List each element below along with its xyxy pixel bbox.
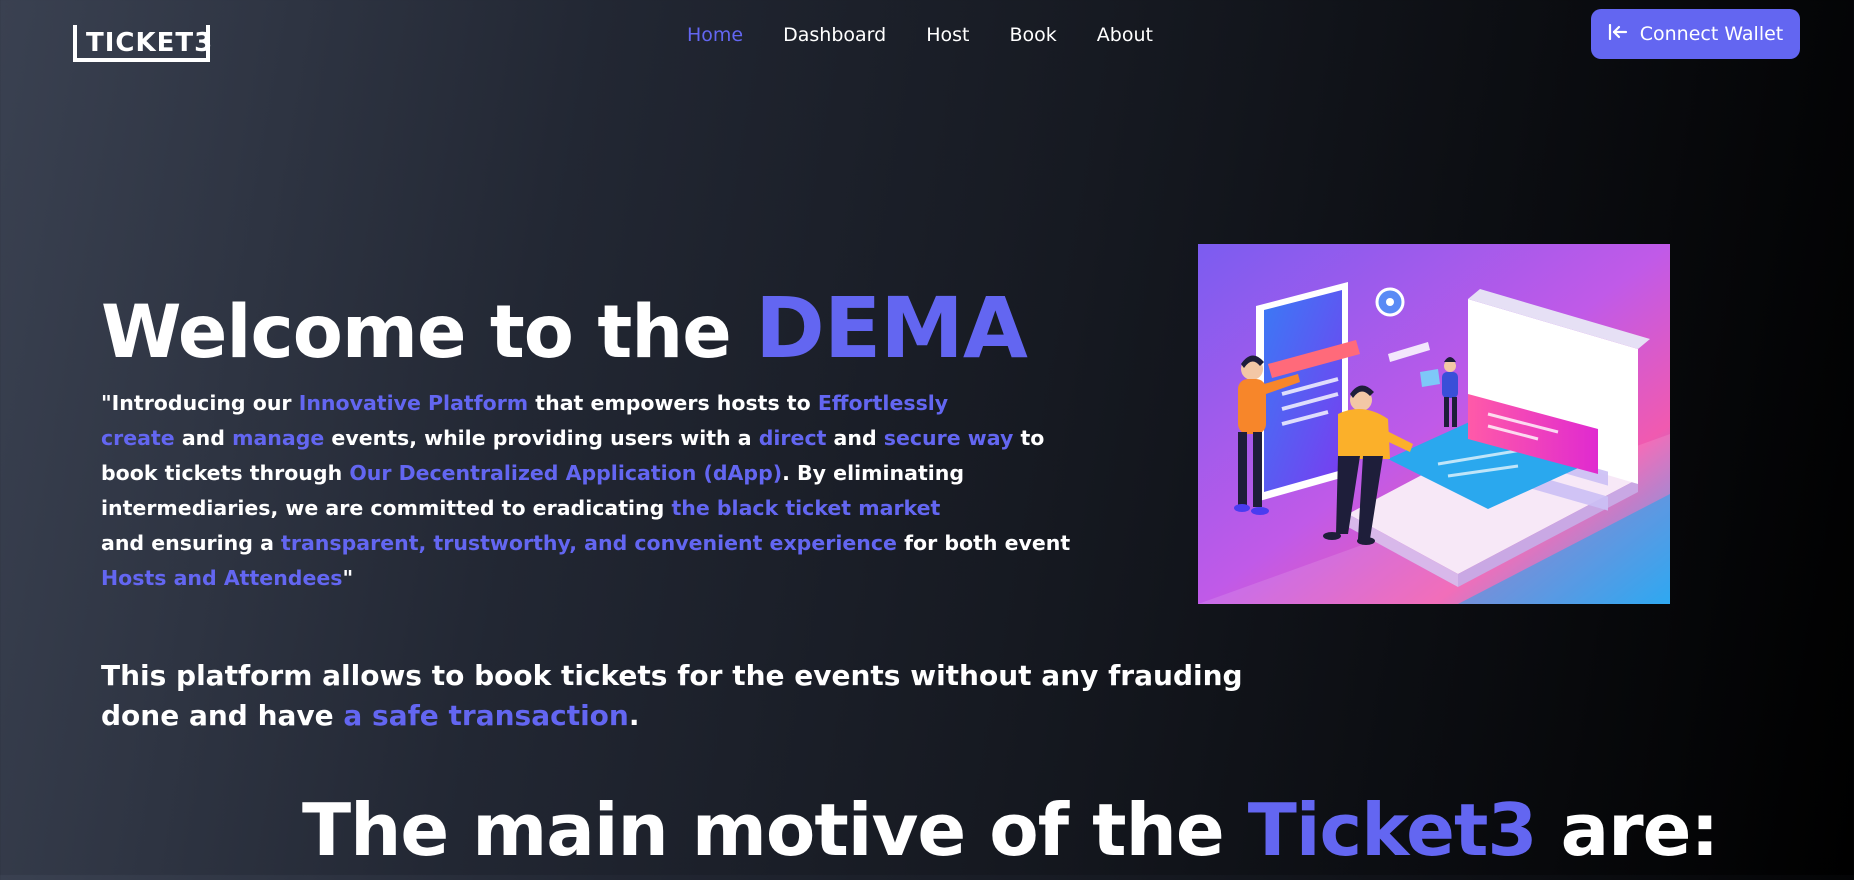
nav-host[interactable]: Host [926, 22, 969, 48]
hero-title: Welcome to the DEMA [101, 268, 1028, 393]
intro-text: intermediaries, we are committed to erad… [101, 496, 672, 520]
intro-highlight: manage [232, 426, 325, 450]
nav-dashboard[interactable]: Dashboard [783, 22, 886, 48]
intro-line: book tickets through Our Decentralized A… [101, 456, 1011, 491]
connect-wallet-button[interactable]: Connect Wallet [1591, 9, 1800, 59]
intro-highlight: create [101, 426, 175, 450]
main-nav: Home Dashboard Host Book About [687, 22, 1153, 48]
intro-text: and [174, 426, 233, 450]
intro-highlight: Innovative Platform [298, 391, 529, 415]
intro-text: " [342, 566, 354, 590]
arrow-left-to-line-icon [1608, 23, 1628, 45]
platform-text: This platform allows to book tickets for… [101, 659, 1243, 692]
intro-text: book tickets through [101, 461, 350, 485]
intro-line: Hosts and Attendees" [101, 561, 1011, 596]
nav-book[interactable]: Book [1009, 22, 1056, 48]
intro-highlight: the black ticket market [671, 496, 941, 520]
ticket-booking-illustration [1198, 244, 1670, 604]
hero-title-prefix: Welcome to the [101, 290, 732, 375]
logo-text: TICKET3 [86, 28, 213, 58]
intro-highlight: direct [758, 426, 827, 450]
nav-home[interactable]: Home [687, 22, 743, 48]
motive-highlight: Ticket3 [1247, 788, 1538, 872]
intro-text: for both event [896, 531, 1071, 555]
intro-highlight: transparent, trustworthy, and convenient… [281, 531, 897, 555]
intro-text: and [826, 426, 884, 450]
intro-highlight: Effortlessly [817, 391, 949, 415]
intro-line: "Introducing our Innovative Platform tha… [101, 386, 1011, 421]
intro-text: and ensuring a [101, 531, 282, 555]
intro-text: events, while providing users with a [324, 426, 759, 450]
intro-highlight: Hosts and Attendees [101, 566, 343, 590]
intro-highlight: secure way [883, 426, 1014, 450]
platform-text: done and have [101, 699, 344, 732]
intro-line: create and manage events, while providin… [101, 421, 1044, 456]
platform-highlight: a safe transaction [343, 699, 629, 732]
intro-text: . By eliminating [782, 461, 965, 485]
motive-prefix: The main motive of the [302, 788, 1248, 872]
platform-line: This platform allows to book tickets for… [101, 656, 1243, 696]
ticket3-logo-icon: TICKET3 [73, 25, 213, 62]
intro-text: that empowers hosts to [528, 391, 818, 415]
platform-text: . [628, 699, 640, 732]
hero-title-highlight: DEMA [755, 279, 1028, 377]
intro-text: to [1013, 426, 1045, 450]
motive-suffix: are: [1536, 788, 1720, 872]
intro-highlight: Our Decentralized Application (dApp) [349, 461, 783, 485]
platform-description: This platform allows to book tickets for… [101, 656, 1243, 736]
nav-about[interactable]: About [1097, 22, 1153, 48]
motive-heading: The main motive of the Ticket3 are: [302, 780, 1720, 880]
intro-text: "Introducing our [101, 391, 299, 415]
platform-line: done and have a safe transaction. [101, 696, 1243, 736]
intro-paragraph: "Introducing our Innovative Platform tha… [101, 386, 1070, 596]
intro-line: intermediaries, we are committed to erad… [101, 491, 1011, 526]
intro-line: and ensuring a transparent, trustworthy,… [101, 526, 1070, 561]
connect-wallet-label: Connect Wallet [1639, 23, 1784, 45]
logo[interactable]: TICKET3 [72, 18, 222, 64]
